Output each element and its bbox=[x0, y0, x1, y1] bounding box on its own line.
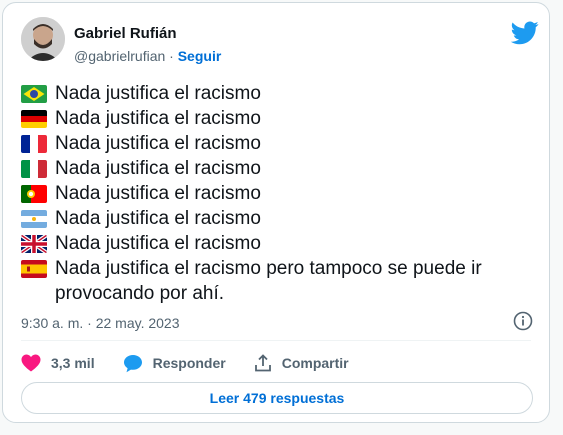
argentina-flag-icon bbox=[21, 210, 47, 228]
read-replies-button[interactable]: Leer 479 respuestas bbox=[21, 382, 533, 414]
tweet-line: Nada justifica el racismo bbox=[21, 81, 531, 106]
author-name[interactable]: Gabriel Rufián bbox=[74, 25, 177, 42]
tweet-line: Nada justifica el racismo bbox=[21, 106, 531, 131]
like-button[interactable]: 3,3 mil bbox=[21, 354, 95, 372]
tweet-actions: 3,3 mil Responder Compartir bbox=[21, 351, 377, 375]
tweet-text: Nada justifica el racismo Nada justifica… bbox=[21, 81, 531, 306]
share-label: Compartir bbox=[281, 355, 349, 371]
uk-flag-icon bbox=[21, 235, 47, 253]
tweet-line: Nada justifica el racismo bbox=[21, 131, 531, 156]
tweet-line: Nada justifica el racismo bbox=[21, 156, 531, 181]
tweet-line-text: Nada justifica el racismo bbox=[55, 233, 261, 254]
twitter-bird-icon[interactable] bbox=[511, 21, 539, 45]
like-count: 3,3 mil bbox=[51, 355, 95, 371]
italy-flag-icon bbox=[21, 160, 47, 178]
share-upload-icon bbox=[254, 354, 271, 372]
separator-dot: · bbox=[169, 48, 174, 64]
tweet-line-text: Nada justifica el racismo pero tampoco s… bbox=[55, 258, 482, 304]
speech-bubble-icon bbox=[123, 354, 142, 372]
heart-icon bbox=[21, 354, 41, 372]
tweet-line: Nada justifica el racismo pero tampoco s… bbox=[21, 256, 531, 306]
tweet-card: Gabriel Rufián @gabrielrufian · Seguir N… bbox=[2, 2, 550, 423]
info-icon[interactable] bbox=[513, 311, 533, 331]
tweet-line: Nada justifica el racismo bbox=[21, 181, 531, 206]
tweet-line-text: Nada justifica el racismo bbox=[55, 83, 261, 104]
spain-flag-icon bbox=[21, 260, 47, 278]
tweet-line-text: Nada justifica el racismo bbox=[55, 108, 261, 129]
tweet-line: Nada justifica el racismo bbox=[21, 206, 531, 231]
author-subline: @gabrielrufian · Seguir bbox=[74, 48, 221, 64]
tweet-line-text: Nada justifica el racismo bbox=[55, 208, 261, 229]
tweet-timestamp[interactable]: 9:30 a. m. · 22 may. 2023 bbox=[21, 315, 180, 331]
avatar[interactable] bbox=[21, 17, 65, 61]
follow-button[interactable]: Seguir bbox=[178, 48, 222, 64]
reply-label: Responder bbox=[152, 355, 226, 371]
reply-button[interactable]: Responder bbox=[123, 354, 226, 373]
tweet-line-text: Nada justifica el racismo bbox=[55, 158, 261, 179]
author-handle[interactable]: @gabrielrufian bbox=[74, 48, 165, 64]
tweet-line-text: Nada justifica el racismo bbox=[55, 133, 261, 154]
france-flag-icon bbox=[21, 135, 47, 153]
brazil-flag-icon bbox=[21, 85, 47, 103]
portugal-flag-icon bbox=[21, 185, 47, 203]
tweet-line: Nada justifica el racismo bbox=[21, 231, 531, 256]
tweet-line-text: Nada justifica el racismo bbox=[55, 183, 261, 204]
germany-flag-icon bbox=[21, 110, 47, 128]
divider bbox=[21, 340, 531, 341]
share-button[interactable]: Compartir bbox=[254, 354, 349, 372]
